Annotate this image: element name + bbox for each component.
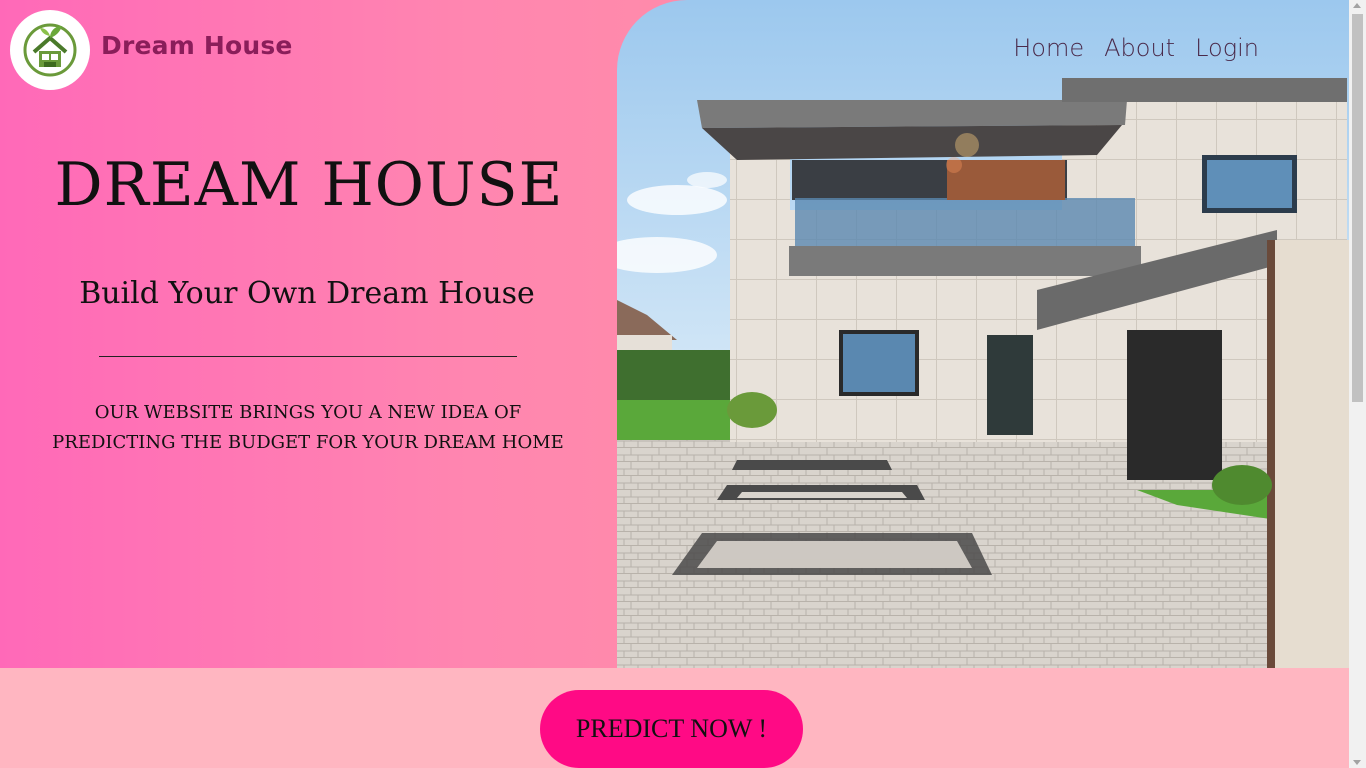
scroll-thumb[interactable] [1352,14,1363,402]
predict-now-button[interactable]: PREDICT NOW ! [540,690,803,768]
house-leaf-logo-icon [20,18,80,83]
scroll-up-icon[interactable] [1353,3,1361,8]
page-scrollbar[interactable] [1349,0,1366,768]
house-photo [617,0,1349,668]
hero-title: DREAM HOUSE [54,150,564,220]
nav-home-link[interactable]: Home [1013,34,1084,62]
scroll-down-icon[interactable] [1353,760,1361,765]
brand-logo[interactable] [10,10,90,90]
hero-section: Dream House DREAM HOUSE Build Your Own D… [0,0,1349,668]
hero-description: OUR WEBSITE BRINGS YOU A NEW IDEA OF PRE… [52,402,564,453]
nav-about-link[interactable]: About [1104,34,1175,62]
nav-login-link[interactable]: Login [1195,34,1259,62]
page: Dream House DREAM HOUSE Build Your Own D… [0,0,1366,768]
main-nav: Home About Login [1013,34,1259,62]
hero-subtitle: Build Your Own Dream House [79,276,535,311]
hero-divider [99,356,517,357]
brand-name[interactable]: Dream House [101,31,293,60]
